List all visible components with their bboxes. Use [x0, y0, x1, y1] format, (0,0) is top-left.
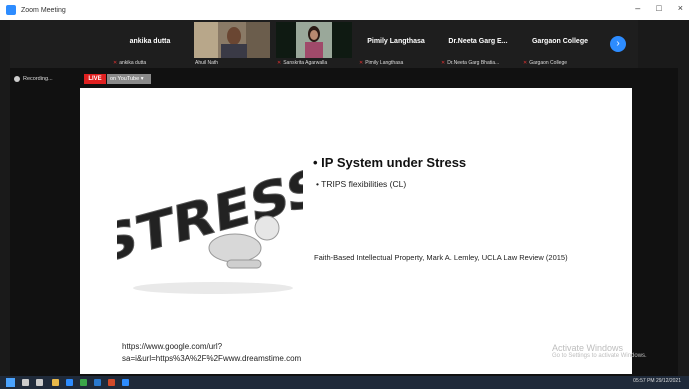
clock-time: 05:57 PM	[633, 378, 655, 384]
participant-name: Dr.Neeta Garg E...	[448, 38, 508, 45]
chrome-icon[interactable]	[80, 379, 87, 386]
participant-video	[194, 22, 270, 58]
powerpoint-icon[interactable]	[108, 379, 115, 386]
participant-name: ankika dutta	[129, 38, 171, 45]
maximize-button[interactable]: □	[656, 3, 661, 13]
muted-mic-icon: ✕	[113, 60, 118, 66]
recording-icon	[14, 76, 20, 82]
next-participants-button[interactable]: ›	[610, 36, 626, 52]
system-tray: 05:57 PM 29/12/2021	[633, 378, 681, 384]
live-badge[interactable]: LIVE	[84, 74, 106, 84]
muted-mic-icon: ✕	[277, 60, 282, 66]
zoom-taskbar-icon[interactable]	[122, 379, 129, 386]
stress-illustration: STRESS	[96, 120, 327, 300]
live-platform-dropdown[interactable]: on YouTube ▾	[107, 74, 151, 84]
participant-label: Sanskrita Agarwalla	[283, 60, 328, 66]
file-explorer-icon[interactable]	[52, 379, 59, 386]
participant-label: ankika dutta	[119, 60, 147, 66]
participant-name: Gargaon College	[531, 38, 588, 45]
task-view-icon[interactable]	[36, 379, 43, 386]
participant-tile[interactable]: ankika dutta ✕ ankika dutta	[110, 20, 190, 68]
zoom-icon	[6, 5, 16, 15]
windows-start-icon[interactable]	[6, 378, 15, 387]
window-title: Zoom Meeting	[21, 6, 66, 14]
recording-label: Recording...	[23, 76, 53, 82]
participant-tile[interactable]: Ahuil Nath	[192, 20, 272, 68]
muted-mic-icon: ✕	[441, 60, 446, 66]
watermark-line2: Go to Settings to activate Windows.	[552, 353, 647, 359]
participant-label: Dr.Neeta Garg Bhatia...	[447, 60, 500, 66]
participant-label: Pimily Langthasa	[365, 60, 404, 66]
participant-tile[interactable]: Pimily Langthasa ✕ Pimily Langthasa	[356, 20, 436, 68]
word-icon[interactable]	[94, 379, 101, 386]
participant-strip: ankika dutta ✕ ankika dutta Ahuil Nath ✕…	[10, 20, 638, 68]
participant-tile[interactable]: Dr.Neeta Garg E... ✕ Dr.Neeta Garg Bhatia…	[438, 20, 518, 68]
slide-citation: Faith-Based Intellectual Property, Mark …	[314, 253, 568, 262]
watermark-line1: Activate Windows	[552, 343, 624, 353]
clock-date: 29/12/2021	[655, 378, 681, 384]
recording-indicator[interactable]: Recording...	[14, 73, 70, 85]
close-button[interactable]: ×	[678, 3, 683, 13]
activate-windows-watermark: Activate Windows Go to Settings to activ…	[552, 343, 647, 359]
taskbar: 05:57 PM 29/12/2021	[0, 376, 689, 389]
slide-bullet-sub: • TRIPS flexibilities (CL)	[316, 179, 407, 189]
slide-image-source: https://www.google.com/url?sa=i&url=http…	[122, 342, 302, 363]
participant-label: Gargaon College	[529, 60, 568, 66]
muted-mic-icon: ✕	[359, 60, 364, 66]
search-icon[interactable]	[22, 379, 29, 386]
participant-video	[276, 22, 352, 58]
participant-tile[interactable]: ✕ Sanskrita Agarwalla	[274, 20, 354, 68]
minimize-button[interactable]: –	[635, 3, 640, 13]
muted-mic-icon: ✕	[523, 60, 528, 66]
participant-name: Pimily Langthasa	[367, 38, 425, 45]
window-titlebar: Zoom Meeting – □ ×	[0, 0, 689, 20]
edge-icon[interactable]	[66, 379, 73, 386]
slide-bullet-title: • IP System under Stress	[313, 155, 467, 170]
participant-label: Ahuil Nath	[195, 60, 219, 66]
participant-tile[interactable]: Gargaon College ✕ Gargaon College	[520, 20, 600, 68]
